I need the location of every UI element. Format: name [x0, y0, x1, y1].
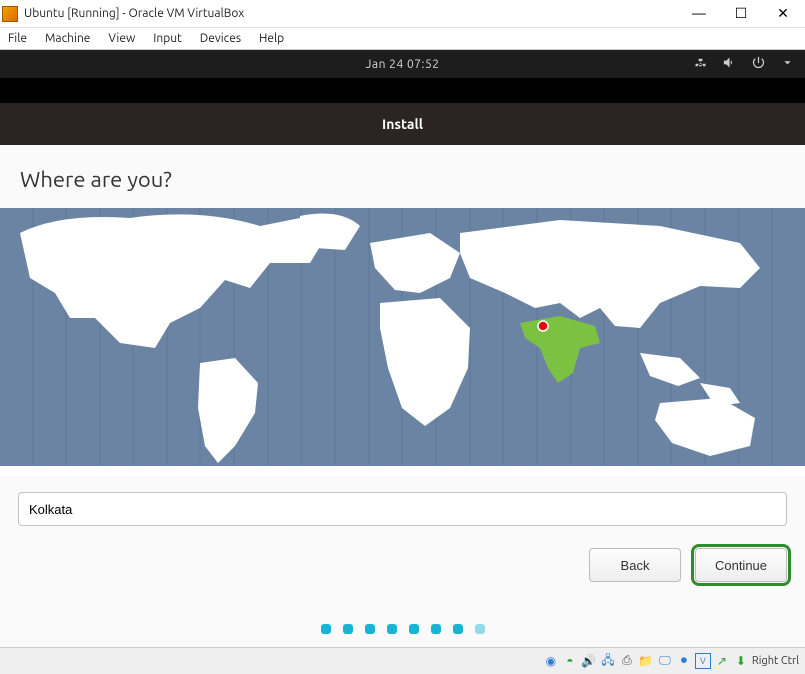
usb-icon[interactable]: ⎙ [619, 653, 635, 669]
chevron-down-icon[interactable] [780, 55, 795, 73]
ubuntu-top-bar: Jan 24 07:52 [0, 50, 805, 78]
recording-icon[interactable]: ⏺ [676, 653, 692, 669]
continue-button[interactable]: Continue [695, 548, 787, 582]
progress-dot [387, 624, 397, 634]
progress-dot [475, 624, 485, 634]
optical-drive-icon[interactable]: ◓ [562, 653, 578, 669]
menu-file[interactable]: File [8, 32, 27, 45]
back-button[interactable]: Back [589, 548, 681, 582]
clock-label[interactable]: Jan 24 07:52 [366, 58, 440, 71]
menu-machine[interactable]: Machine [45, 32, 90, 45]
host-key-label: Right Ctrl [752, 655, 799, 667]
shared-folder-icon[interactable]: 📁 [638, 653, 654, 669]
installer-titlebar: Install [0, 103, 805, 145]
network-adapter-icon[interactable]: 🖧 [600, 653, 616, 669]
page-heading: Where are you? [0, 145, 805, 208]
power-icon[interactable] [751, 55, 766, 73]
volume-icon[interactable] [722, 55, 737, 73]
map-pin-icon [538, 321, 548, 331]
virtualbox-titlebar: Ubuntu [Running] - Oracle VM VirtualBox … [0, 0, 805, 28]
menu-devices[interactable]: Devices [200, 32, 241, 45]
keyboard-capture-icon[interactable]: ⬇ [733, 653, 749, 669]
timezone-map[interactable] [0, 208, 805, 476]
window-title: Ubuntu [Running] - Oracle VM VirtualBox [24, 7, 687, 20]
minimize-button[interactable]: — [687, 5, 711, 22]
progress-dots [0, 582, 805, 634]
vm-state-icon[interactable]: V [695, 653, 711, 669]
progress-dot [409, 624, 419, 634]
timezone-input[interactable] [18, 492, 787, 526]
progress-dot [365, 624, 375, 634]
progress-dot [431, 624, 441, 634]
mouse-integration-icon[interactable]: ↗ [714, 653, 730, 669]
network-icon[interactable] [693, 55, 708, 73]
audio-icon[interactable]: 🔊 [581, 653, 597, 669]
progress-dot [343, 624, 353, 634]
virtualbox-icon [2, 6, 18, 22]
maximize-button[interactable]: ☐ [729, 5, 753, 22]
close-button[interactable]: ✕ [771, 5, 795, 22]
hard-disk-icon[interactable]: ◉ [543, 653, 559, 669]
installer-title: Install [382, 116, 423, 132]
progress-dot [453, 624, 463, 634]
guest-display: Jan 24 07:52 Install Where are you? [0, 50, 805, 647]
menu-help[interactable]: Help [259, 32, 284, 45]
menu-input[interactable]: Input [153, 32, 182, 45]
progress-dot [321, 624, 331, 634]
virtualbox-menubar: File Machine View Input Devices Help [0, 28, 805, 50]
virtualbox-statusbar: ◉ ◓ 🔊 🖧 ⎙ 📁 🖵 ⏺ V ↗ ⬇ Right Ctrl [0, 647, 805, 674]
display-icon[interactable]: 🖵 [657, 653, 673, 669]
menu-view[interactable]: View [108, 32, 135, 45]
installer-panel: Where are you? [0, 145, 805, 647]
